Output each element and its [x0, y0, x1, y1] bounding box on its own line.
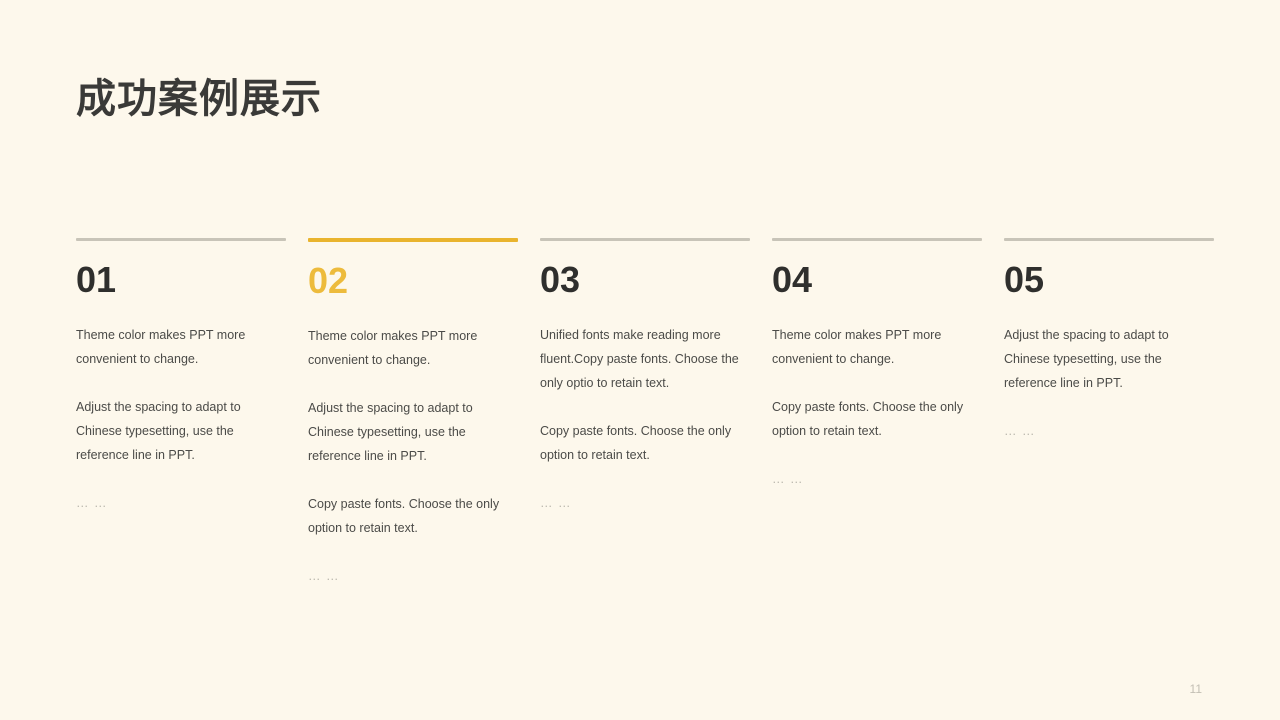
column-number: 03 [540, 259, 581, 300]
column-paragraph: Adjust the spacing to adapt to Chinese t… [76, 400, 241, 462]
column-paragraph: Adjust the spacing to adapt to Chinese t… [308, 401, 473, 463]
columns-container: 01 Theme color makes PPT more convenient … [76, 238, 1214, 588]
column-paragraph: Theme color makes PPT more convenient to… [772, 328, 942, 366]
column-rule [1004, 238, 1214, 241]
column-paragraph: Theme color makes PPT more convenient to… [76, 328, 246, 366]
content-column: 03 Unified fonts make reading more fluent… [540, 238, 750, 515]
column-number: 02 [308, 260, 349, 301]
column-number: 01 [76, 259, 117, 300]
column-ellipsis: … … [1004, 424, 1036, 438]
column-paragraph: Copy paste fonts. Choose the only option… [308, 497, 500, 535]
column-body: Theme color makes PPT more convenient to… [308, 324, 518, 588]
column-number: 04 [772, 259, 813, 300]
column-paragraph: Adjust the spacing to adapt to Chinese t… [1004, 328, 1169, 390]
column-paragraph: Copy paste fonts. Choose the only option… [772, 400, 964, 438]
column-rule [308, 238, 518, 242]
column-number: 05 [1004, 259, 1045, 300]
content-column: 02 Theme color makes PPT more convenient … [308, 238, 518, 588]
content-column: 01 Theme color makes PPT more convenient … [76, 238, 286, 515]
column-paragraph: Copy paste fonts. Choose the only option… [540, 424, 732, 462]
column-body: Unified fonts make reading more fluent.C… [540, 323, 750, 515]
slide-canvas: 成功案例展示 01 Theme color makes PPT more conv… [0, 0, 1280, 720]
column-ellipsis: … … [76, 496, 108, 510]
column-body: Theme color makes PPT more convenient to… [772, 323, 982, 491]
content-column: 04 Theme color makes PPT more convenient … [772, 238, 982, 491]
page-title: 成功案例展示 [76, 76, 322, 121]
column-rule [540, 238, 750, 241]
column-paragraph: Unified fonts make reading more fluent.C… [540, 328, 739, 390]
column-ellipsis: … … [308, 569, 340, 583]
column-body: Theme color makes PPT more convenient to… [76, 323, 286, 515]
column-body: Adjust the spacing to adapt to Chinese t… [1004, 323, 1214, 443]
column-ellipsis: … … [540, 496, 572, 510]
column-rule [76, 238, 286, 241]
column-paragraph: Theme color makes PPT more convenient to… [308, 329, 478, 367]
content-column: 05 Adjust the spacing to adapt to Chinese… [1004, 238, 1214, 443]
column-rule [772, 238, 982, 241]
page-number: 11 [1189, 682, 1202, 696]
column-ellipsis: … … [772, 472, 804, 486]
